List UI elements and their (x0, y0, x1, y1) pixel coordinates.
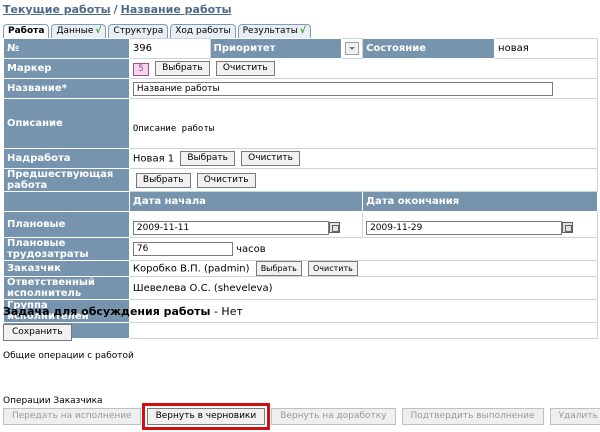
planned-label: Плановые (3, 211, 130, 238)
return-for-rework-button[interactable]: Вернуть на доработку (271, 408, 396, 425)
customer-select-button[interactable]: Выбрать (255, 261, 302, 276)
save-button[interactable]: Сохранить (3, 324, 72, 341)
return-to-drafts-button[interactable]: Вернуть в черновики (141, 403, 271, 430)
number-value: 396 (128, 38, 211, 59)
effort-unit: часов (236, 244, 266, 255)
effort-label: Плановые трудозатраты (3, 237, 130, 261)
work-form: № 396 Приоритет Состояние новая Маркер 5… (3, 38, 599, 339)
check-icon: √ (95, 26, 102, 36)
breadcrumb: Текущие работы / Название работы (3, 3, 232, 16)
description-label: Описание (3, 98, 130, 149)
end-date-header: Дата окончания (362, 191, 598, 212)
chevron-down-icon (345, 42, 360, 55)
customer-operations-title: Операции Заказчика (3, 396, 103, 406)
calendar-icon[interactable] (328, 222, 340, 233)
marker-select-button[interactable]: Выбрать (155, 60, 210, 76)
tab-structure-label: Структура (113, 26, 164, 36)
planned-start-input[interactable]: 2009-11-11 (132, 220, 329, 235)
tab-work-label: Работа (8, 26, 45, 36)
tab-bar: Работа Данные √ Структура Ход работы Резу… (3, 24, 313, 39)
tab-structure[interactable]: Структура (108, 24, 169, 38)
discussion-value: - Нет (213, 305, 243, 318)
state-value: новая (494, 38, 598, 59)
title-input[interactable]: Название работы (132, 81, 553, 96)
marker-label: Маркер (3, 58, 130, 79)
parent-clear-button[interactable]: Очистить (241, 151, 300, 166)
tab-data-label: Данные (56, 26, 94, 36)
customer-label: Заказчик (3, 260, 130, 277)
general-operations-title: Общие операции с работой (3, 351, 134, 361)
breadcrumb-work-title-link[interactable]: Название работы (121, 3, 232, 16)
effort-input[interactable]: 76 (132, 242, 233, 256)
parent-select-button[interactable]: Выбрать (180, 151, 235, 166)
discussion-task: Задача для обсуждения работы - Нет (3, 305, 243, 318)
tab-results[interactable]: Результаты √ (237, 24, 311, 38)
discussion-label: Задача для обсуждения работы (3, 305, 211, 318)
predecessor-clear-button[interactable]: Очистить (196, 172, 256, 188)
state-label: Состояние (362, 38, 496, 59)
tab-data[interactable]: Данные √ (51, 24, 107, 38)
number-label: № (3, 38, 130, 59)
breadcrumb-current-works-link[interactable]: Текущие работы (3, 3, 111, 16)
responsible-label: Ответственный исполнитель (3, 276, 130, 300)
planned-end-input[interactable]: 2009-11-29 (366, 220, 563, 235)
description-textarea[interactable]: Описание работы (128, 98, 599, 149)
responsible-value: Шевелева О.С. (sheveleva) (128, 276, 599, 300)
save-area: Сохранить (3, 324, 72, 341)
calendar-icon[interactable] (562, 222, 574, 233)
customer-value: Коробко В.П. (padmin) (132, 263, 250, 275)
predecessor-select-button[interactable]: Выбрать (135, 172, 191, 188)
send-to-execution-button[interactable]: Передать на исполнение (3, 408, 141, 425)
tab-work[interactable]: Работа (3, 24, 50, 39)
check-icon: √ (299, 26, 306, 36)
customer-clear-button[interactable]: Очистить (307, 261, 358, 276)
marker-badge: 5 (132, 63, 149, 77)
customer-operations-buttons: Передать на исполнение Вернуть в чернови… (3, 403, 600, 430)
tab-results-label: Результаты (242, 26, 298, 36)
marker-clear-button[interactable]: Очистить (215, 60, 275, 76)
title-label: Название* (3, 78, 130, 99)
delete-button[interactable]: Удалить (549, 408, 600, 425)
predecessor-label: Предшествующая работа (3, 168, 130, 192)
confirm-completion-button[interactable]: Подтвердить выполнение (401, 408, 544, 425)
dates-header-spacer (3, 191, 130, 212)
priority-label: Приоритет (209, 38, 343, 59)
participants-value (128, 322, 599, 339)
start-date-header: Дата начала (128, 191, 364, 212)
tab-progress-label: Ход работы (175, 26, 231, 36)
parent-work-label: Надработа (3, 148, 130, 169)
priority-select[interactable] (341, 38, 364, 59)
parent-work-value: Новая 1 (132, 153, 175, 165)
breadcrumb-separator: / (113, 3, 118, 16)
tab-progress[interactable]: Ход работы (170, 24, 236, 38)
